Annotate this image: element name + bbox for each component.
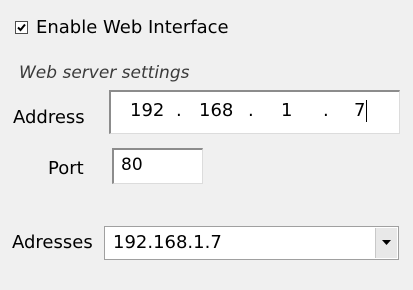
port-input[interactable]: 80: [112, 148, 203, 184]
dropdown-button[interactable]: [375, 228, 397, 258]
chevron-down-icon: [382, 240, 391, 245]
ip-address-input[interactable]: 192 . 168 . 1 . 7: [109, 90, 400, 134]
ip-separator: .: [248, 100, 254, 121]
ip-separator: .: [323, 100, 329, 121]
ip-separator: .: [176, 100, 182, 121]
port-label: Port: [48, 158, 84, 179]
adresses-label: Adresses: [12, 232, 93, 253]
ip-octet-4[interactable]: 7: [354, 100, 365, 122]
adresses-dropdown[interactable]: 192.168.1.7: [104, 226, 399, 260]
adresses-selected-value: 192.168.1.7: [113, 232, 222, 253]
checkmark-icon: [17, 23, 26, 32]
address-label: Address: [13, 107, 85, 128]
enable-web-interface-checkbox[interactable]: [15, 21, 28, 34]
ip-octet-3[interactable]: 1: [281, 100, 292, 122]
enable-web-interface-label[interactable]: Enable Web Interface: [36, 16, 229, 40]
text-caret: [366, 100, 367, 122]
ip-octet-2[interactable]: 168: [199, 100, 233, 122]
ip-octet-1[interactable]: 192: [130, 100, 164, 122]
web-server-settings-heading: Web server settings: [19, 63, 190, 83]
